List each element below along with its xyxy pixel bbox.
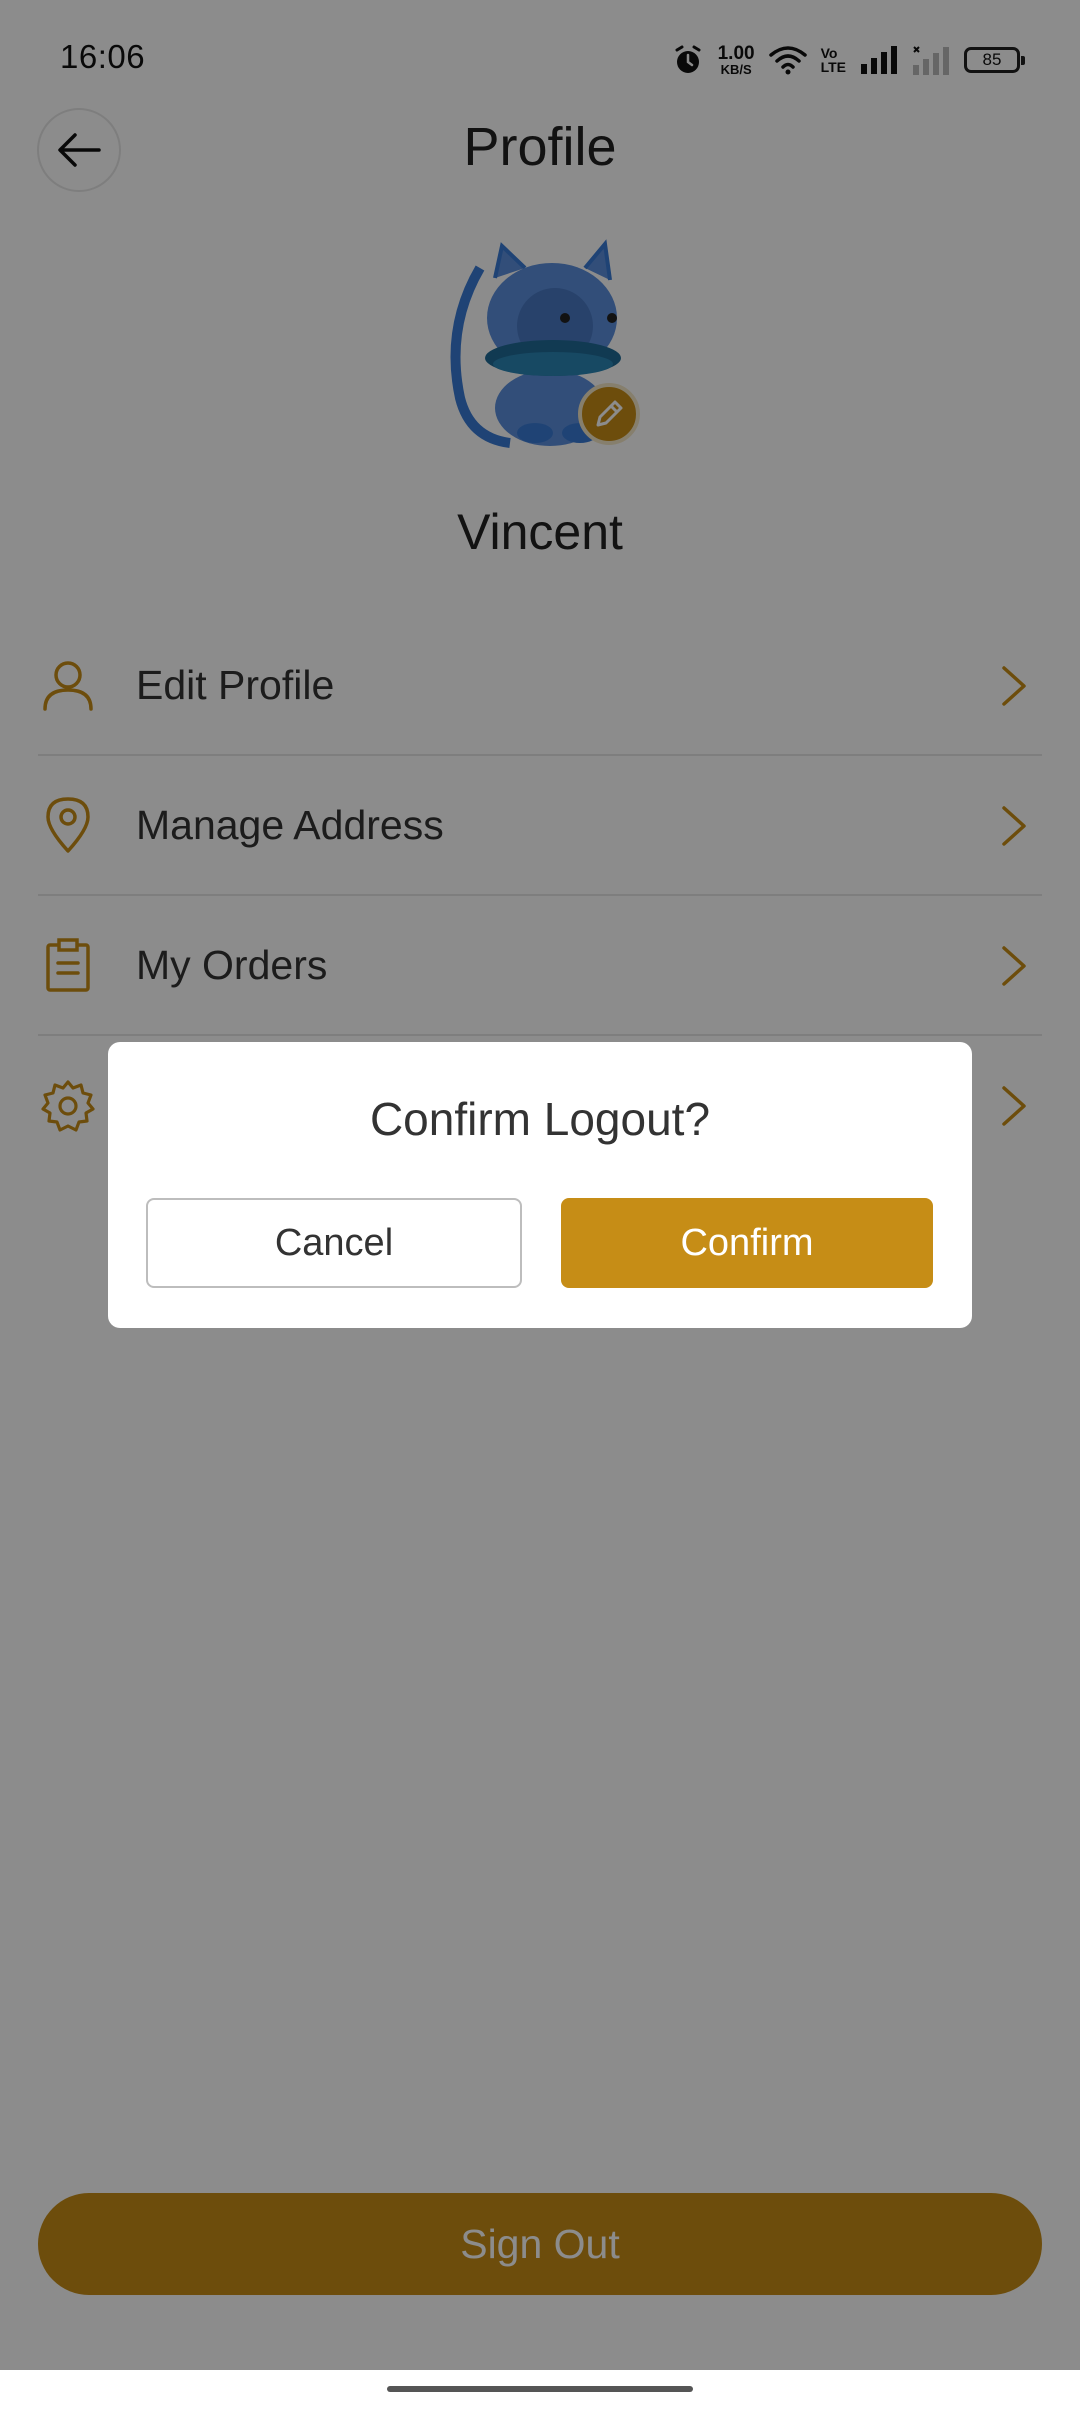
home-gesture-handle[interactable] [387, 2386, 693, 2392]
cancel-button[interactable]: Cancel [146, 1198, 522, 1288]
confirm-logout-dialog: Confirm Logout? Cancel Confirm [108, 1042, 972, 1328]
dialog-title: Confirm Logout? [369, 1093, 711, 1145]
confirm-button[interactable]: Confirm [561, 1198, 933, 1288]
